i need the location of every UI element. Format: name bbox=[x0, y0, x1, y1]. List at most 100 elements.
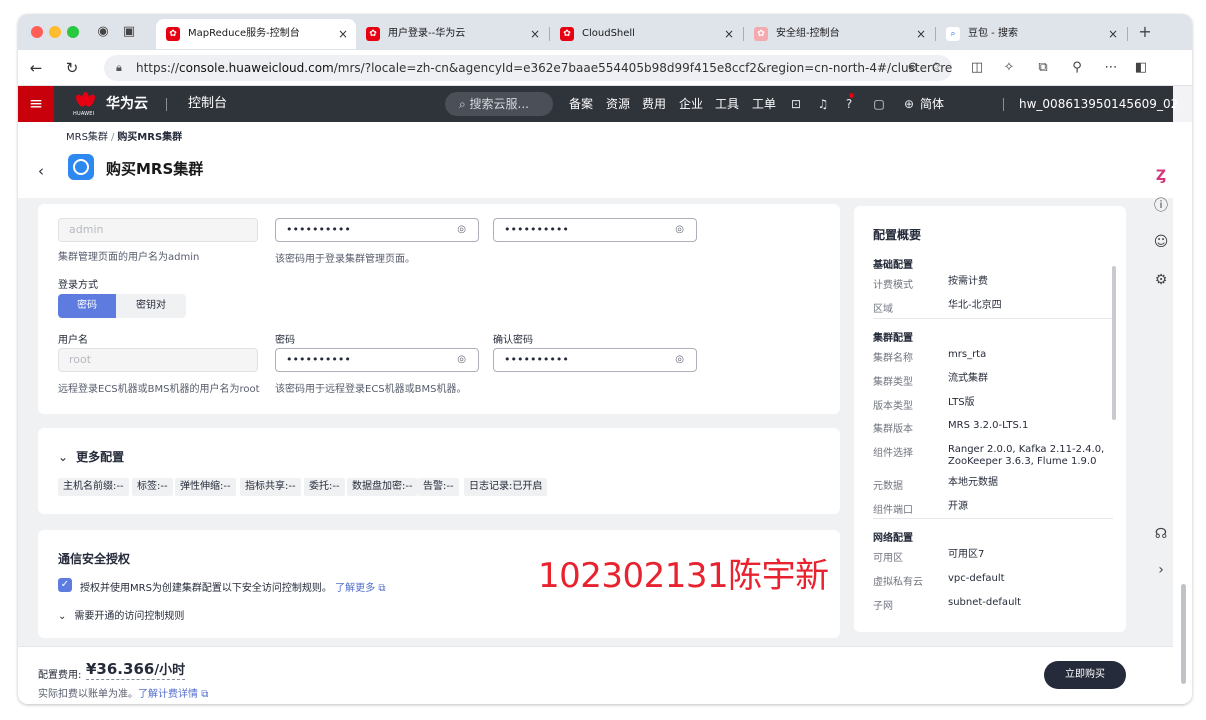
eye-off-icon[interactable]: ◎ bbox=[457, 219, 466, 241]
huawei-favicon-icon: ✿ bbox=[366, 27, 380, 41]
summary-value: 可用区7 bbox=[948, 549, 985, 560]
nav-enterprise[interactable]: 企业 bbox=[679, 86, 703, 122]
favorites-icon[interactable]: ✧ bbox=[998, 58, 1020, 78]
summary-key: 虚拟私有云 bbox=[873, 577, 923, 588]
back-chevron-icon[interactable]: ‹ bbox=[38, 162, 44, 180]
nav-tickets[interactable]: 工单 bbox=[752, 86, 776, 122]
eye-off-icon[interactable]: ◎ bbox=[457, 349, 466, 371]
breadcrumb-separator: / bbox=[110, 132, 115, 143]
breadcrumb-parent[interactable]: MRS集群 bbox=[66, 132, 108, 143]
help-circle-icon[interactable]: ⓘ bbox=[1151, 196, 1171, 216]
password-mask: •••••••••• bbox=[504, 353, 569, 366]
tab-user-login[interactable]: ✿ 用户登录--华为云 × bbox=[356, 19, 548, 49]
eye-off-icon[interactable]: ◎ bbox=[675, 349, 684, 371]
feedback-icon[interactable]: ▢ bbox=[871, 96, 887, 112]
cloudshell-icon[interactable]: ⊡ bbox=[788, 96, 804, 112]
new-tab-button[interactable]: + bbox=[1136, 23, 1154, 41]
huawei-favicon-icon: ✿ bbox=[560, 27, 574, 41]
access-rules-toggle[interactable]: ⌄ 需要开通的访问控制规则 bbox=[58, 607, 184, 622]
learn-more-link[interactable]: 了解更多 bbox=[335, 583, 375, 594]
external-link-icon: ⧉ bbox=[378, 583, 386, 594]
console-link[interactable]: 控制台 bbox=[188, 86, 227, 122]
smiley-icon[interactable]: ☺ bbox=[1151, 232, 1171, 252]
language-switch[interactable]: 简体 bbox=[920, 86, 944, 122]
console-search-input[interactable]: ⌕ 搜索云服... bbox=[445, 92, 553, 116]
password-mask: •••••••••• bbox=[286, 353, 351, 366]
favorite-star-icon[interactable]: ☆ bbox=[926, 58, 946, 78]
sidebar-toggle-icon[interactable]: ▣ bbox=[120, 23, 138, 41]
tab-close-icon[interactable]: × bbox=[530, 19, 540, 49]
globe-icon[interactable]: ⊕ bbox=[901, 96, 917, 112]
tab-doubao-search[interactable]: ⌕ 豆包 - 搜索 × bbox=[936, 19, 1126, 49]
chevron-right-icon[interactable]: › bbox=[1151, 560, 1171, 580]
tab-label: MapReduce服务-控制台 bbox=[188, 28, 300, 39]
tab-close-icon[interactable]: × bbox=[916, 19, 926, 49]
login-username-label: 用户名 bbox=[58, 335, 88, 346]
tab-cloudshell[interactable]: ✿ CloudShell × bbox=[550, 19, 742, 49]
url-host: console.huaweicloud.com bbox=[179, 61, 334, 75]
login-password-field[interactable]: •••••••••• ◎ bbox=[275, 348, 479, 372]
tab-mapreduce[interactable]: ✿ MapReduce服务-控制台 × bbox=[156, 19, 356, 49]
more-options-icon[interactable]: ⊖ bbox=[903, 58, 923, 78]
help-icon[interactable]: ? bbox=[841, 96, 857, 112]
authorize-checkbox[interactable]: ✓ bbox=[58, 578, 72, 592]
nav-filing[interactable]: 备案 bbox=[569, 86, 593, 122]
minimize-window-button[interactable] bbox=[49, 26, 61, 38]
user-account[interactable]: hw_008613950145609_02 bbox=[1019, 86, 1178, 122]
hamburger-menu-icon[interactable]: ≡ bbox=[18, 86, 54, 122]
chip-tags: 标签:-- bbox=[132, 478, 173, 496]
admin-password-hint: 该密码用于登录集群管理页面。 bbox=[275, 254, 415, 265]
reload-icon[interactable]: ↻ bbox=[62, 58, 82, 78]
login-method-keypair-option[interactable]: 密钥对 bbox=[116, 294, 186, 318]
summary-key: 版本类型 bbox=[873, 401, 913, 412]
admin-password-field[interactable]: •••••••••• ◎ bbox=[275, 218, 479, 242]
headset-icon[interactable]: ☊ bbox=[1151, 524, 1171, 544]
close-window-button[interactable] bbox=[31, 26, 43, 38]
summary-scrollbar[interactable] bbox=[1112, 266, 1116, 420]
more-menu-icon[interactable]: ⋯ bbox=[1100, 58, 1122, 78]
summary-key: 元数据 bbox=[873, 481, 903, 492]
profile-icon[interactable]: ◉ bbox=[94, 23, 112, 41]
copilot-sidebar-icon[interactable]: Ȥ bbox=[1151, 166, 1171, 186]
address-bar[interactable]: 🔒︎ https://console.huaweicloud.com/mrs/?… bbox=[104, 55, 952, 81]
nav-billing[interactable]: 费用 bbox=[642, 86, 666, 122]
back-arrow-icon[interactable]: ← bbox=[26, 58, 46, 78]
page-header: MRS集群 / 购买MRS集群 ‹ 购买MRS集群 bbox=[18, 122, 1173, 198]
brand-name[interactable]: 华为云 bbox=[106, 86, 148, 122]
tab-close-icon[interactable]: × bbox=[724, 19, 734, 49]
page-scrollbar[interactable] bbox=[1181, 584, 1186, 684]
copilot-icon[interactable]: ◧ bbox=[1130, 58, 1152, 78]
settings-gear-icon[interactable]: ⚙ bbox=[1151, 270, 1171, 290]
more-config-toggle[interactable]: ⌄ 更多配置 bbox=[58, 448, 124, 465]
summary-key: 集群名称 bbox=[873, 353, 913, 364]
security-auth-title: 通信安全授权 bbox=[58, 552, 131, 566]
tab-close-icon[interactable]: × bbox=[338, 19, 348, 49]
eye-off-icon[interactable]: ◎ bbox=[675, 219, 684, 241]
tab-strip: ◉ ▣ ✿ MapReduce服务-控制台 × ✿ 用户登录--华为云 × ✿ … bbox=[18, 14, 1192, 50]
admin-confirm-password-field[interactable]: •••••••••• ◎ bbox=[493, 218, 697, 242]
nav-tools[interactable]: 工具 bbox=[715, 86, 739, 122]
tab-security-group[interactable]: ✿ 安全组-控制台 × bbox=[744, 19, 934, 49]
maximize-window-button[interactable] bbox=[67, 26, 79, 38]
login-password-hint: 该密码用于远程登录ECS机器或BMS机器。 bbox=[275, 384, 467, 395]
huawei-logo-text: HUAWEI bbox=[73, 111, 95, 117]
nav-resources[interactable]: 资源 bbox=[606, 86, 630, 122]
split-screen-icon[interactable]: ◫ bbox=[966, 58, 988, 78]
search-icon: ⌕ bbox=[459, 97, 470, 111]
buy-now-button[interactable]: 立即购买 bbox=[1044, 661, 1126, 689]
url-path: /mrs/?locale=zh-cn&agencyId=e362e7baae55… bbox=[333, 61, 952, 75]
authorize-text: 授权并使用MRS为创建集群配置以下安全访问控制规则。 了解更多 ⧉ bbox=[80, 579, 385, 594]
chip-disk-encryption: 数据盘加密:-- bbox=[347, 478, 418, 496]
notification-bell-icon[interactable]: ♫ bbox=[815, 96, 831, 112]
summary-network-title: 网络配置 bbox=[873, 533, 913, 544]
summary-key: 组件选择 bbox=[873, 448, 913, 459]
pricing-details-link[interactable]: 了解计费详情 bbox=[138, 689, 198, 700]
login-confirm-password-field[interactable]: •••••••••• ◎ bbox=[493, 348, 697, 372]
login-method-password-option[interactable]: 密码 bbox=[58, 294, 116, 318]
summary-value: MRS 3.2.0-LTS.1 bbox=[948, 420, 1029, 431]
collections-icon[interactable]: ⧉ bbox=[1032, 58, 1054, 78]
summary-value: Ranger 2.0.0, Kafka 2.11-2.4.0, ZooKeepe… bbox=[948, 444, 1105, 467]
summary-value: 本地元数据 bbox=[948, 477, 998, 488]
tab-close-icon[interactable]: × bbox=[1108, 19, 1118, 49]
extensions-icon[interactable]: ⚲ bbox=[1066, 58, 1088, 78]
